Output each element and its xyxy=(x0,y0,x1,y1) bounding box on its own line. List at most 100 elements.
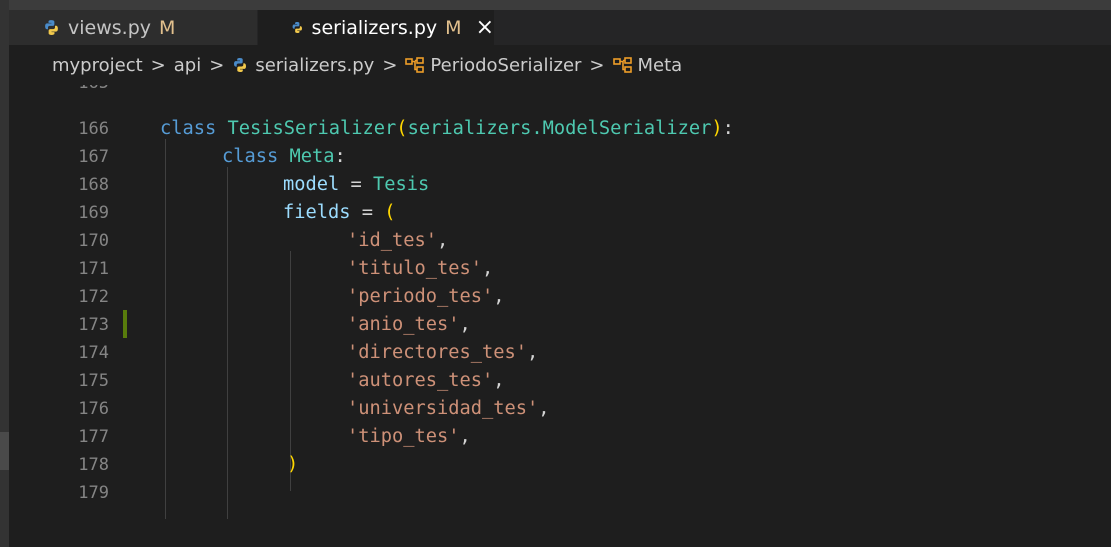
class-symbol-icon xyxy=(405,57,425,73)
code-text: 'tipo_tes', xyxy=(347,423,471,451)
breadcrumb-item-file[interactable]: serializers.py xyxy=(255,55,374,76)
code-line: 165 xyxy=(9,85,1111,97)
string-literal: 'anio_tes' xyxy=(347,314,460,335)
colon: : xyxy=(334,146,346,167)
code-text: 'titulo_tes', xyxy=(347,255,493,283)
code-text: 'directores_tes', xyxy=(347,339,538,367)
comma: , xyxy=(493,370,505,391)
class-name: Tesis xyxy=(373,174,430,195)
line-number: 170 xyxy=(78,231,109,251)
comma: , xyxy=(493,286,505,307)
breadcrumb-separator: > xyxy=(150,54,166,76)
line-number: 169 xyxy=(78,203,109,223)
code-line: 174 'directores_tes', xyxy=(9,339,1111,367)
code-editor[interactable]: 165 166 class TesisSerializer(serializer… xyxy=(9,85,1111,547)
code-line: 179 xyxy=(9,479,1111,507)
string-literal: 'id_tes' xyxy=(347,230,438,251)
tab-label: views.py xyxy=(68,16,151,39)
comma: , xyxy=(459,314,471,335)
scroll-marker xyxy=(0,432,9,470)
line-number: 174 xyxy=(78,343,109,363)
bracket: ( xyxy=(396,118,408,139)
code-line: 177 'tipo_tes', xyxy=(9,423,1111,451)
python-file-icon xyxy=(234,58,247,72)
base-class: serializers.ModelSerializer xyxy=(407,118,712,139)
line-number: 167 xyxy=(78,147,109,167)
code-line: 169 fields = ( xyxy=(9,199,1111,227)
code-text: 'periodo_tes', xyxy=(347,283,505,311)
activity-bar-edge xyxy=(0,0,9,547)
line-number: 165 xyxy=(9,85,109,97)
breadcrumb-item-class[interactable]: PeriodoSerializer xyxy=(430,55,581,76)
breadcrumb-separator: > xyxy=(209,54,225,76)
code-text: class TesisSerializer(serializers.ModelS… xyxy=(160,115,734,143)
class-symbol-icon xyxy=(612,57,632,73)
breadcrumb-separator: > xyxy=(382,54,398,76)
code-text: fields = ( xyxy=(283,199,396,227)
string-literal: 'periodo_tes' xyxy=(347,286,494,307)
code-text: class Meta: xyxy=(222,143,346,171)
string-literal: 'universidad_tes' xyxy=(347,398,539,419)
code-line: 173 'anio_tes', xyxy=(9,311,1111,339)
line-number: 166 xyxy=(78,119,109,139)
string-literal: 'directores_tes' xyxy=(347,342,528,363)
bracket: ( xyxy=(384,202,396,223)
code-line: 178 ) xyxy=(9,451,1111,479)
modified-badge: M xyxy=(445,16,462,39)
colon: : xyxy=(722,118,734,139)
code-line: 166 class TesisSerializer(serializers.Mo… xyxy=(9,115,1111,143)
code-line: 172 'periodo_tes', xyxy=(9,283,1111,311)
bracket: ) xyxy=(711,118,723,139)
close-icon[interactable]: × xyxy=(476,16,494,39)
line-number: 168 xyxy=(78,175,109,195)
python-file-icon xyxy=(292,22,302,33)
operator: = xyxy=(350,202,385,223)
tab-label: serializers.py xyxy=(311,16,438,39)
tab-views-py[interactable]: views.py M xyxy=(9,10,257,45)
string-literal: 'titulo_tes' xyxy=(347,258,483,279)
code-line: 168 model = Tesis xyxy=(9,171,1111,199)
variable: fields xyxy=(283,202,351,223)
class-name: Meta xyxy=(289,146,335,167)
line-number: 172 xyxy=(78,287,109,307)
string-literal: 'autores_tes' xyxy=(347,370,494,391)
line-number: 171 xyxy=(78,259,109,279)
code-line: 176 'universidad_tes', xyxy=(9,395,1111,423)
breadcrumb-item-myproject[interactable]: myproject xyxy=(52,55,143,76)
breadcrumb-item-meta[interactable]: Meta xyxy=(638,55,683,76)
keyword: class xyxy=(222,146,279,167)
comma: , xyxy=(482,258,494,279)
code-text: ) xyxy=(287,451,298,479)
comma: , xyxy=(459,426,471,447)
modified-badge: M xyxy=(159,16,176,39)
breadcrumb-item-api[interactable]: api xyxy=(174,55,201,76)
code-text: 'universidad_tes', xyxy=(347,395,550,423)
code-line: 175 'autores_tes', xyxy=(9,367,1111,395)
code-line: 171 'titulo_tes', xyxy=(9,255,1111,283)
code-text: 'anio_tes', xyxy=(347,311,471,339)
comma: , xyxy=(437,230,449,251)
line-number: 177 xyxy=(78,427,109,447)
tab-serializers-py[interactable]: serializers.py M × xyxy=(258,10,494,45)
line-number: 176 xyxy=(78,399,109,419)
code-line: 167 class Meta: xyxy=(9,143,1111,171)
comma: , xyxy=(527,342,539,363)
string-literal: 'tipo_tes' xyxy=(347,426,460,447)
tab-bar: views.py M serializers.py M × xyxy=(9,10,1111,45)
code-line: 170 'id_tes', xyxy=(9,227,1111,255)
python-file-icon xyxy=(45,20,58,35)
breadcrumb-separator: > xyxy=(589,54,605,76)
title-strip xyxy=(0,0,1111,10)
line-number: 173 xyxy=(78,315,109,335)
code-text: 'id_tes', xyxy=(347,227,448,255)
operator: = xyxy=(339,174,374,195)
line-number: 179 xyxy=(78,483,109,503)
class-name: TesisSerializer xyxy=(227,118,397,139)
bracket: ) xyxy=(287,454,299,475)
breadcrumb: myproject > api > serializers.py > Perio… xyxy=(9,45,1111,85)
keyword: class xyxy=(160,118,217,139)
line-number: 178 xyxy=(78,455,109,475)
code-text: 'autores_tes', xyxy=(347,367,505,395)
comma: , xyxy=(538,398,550,419)
variable: model xyxy=(283,174,340,195)
